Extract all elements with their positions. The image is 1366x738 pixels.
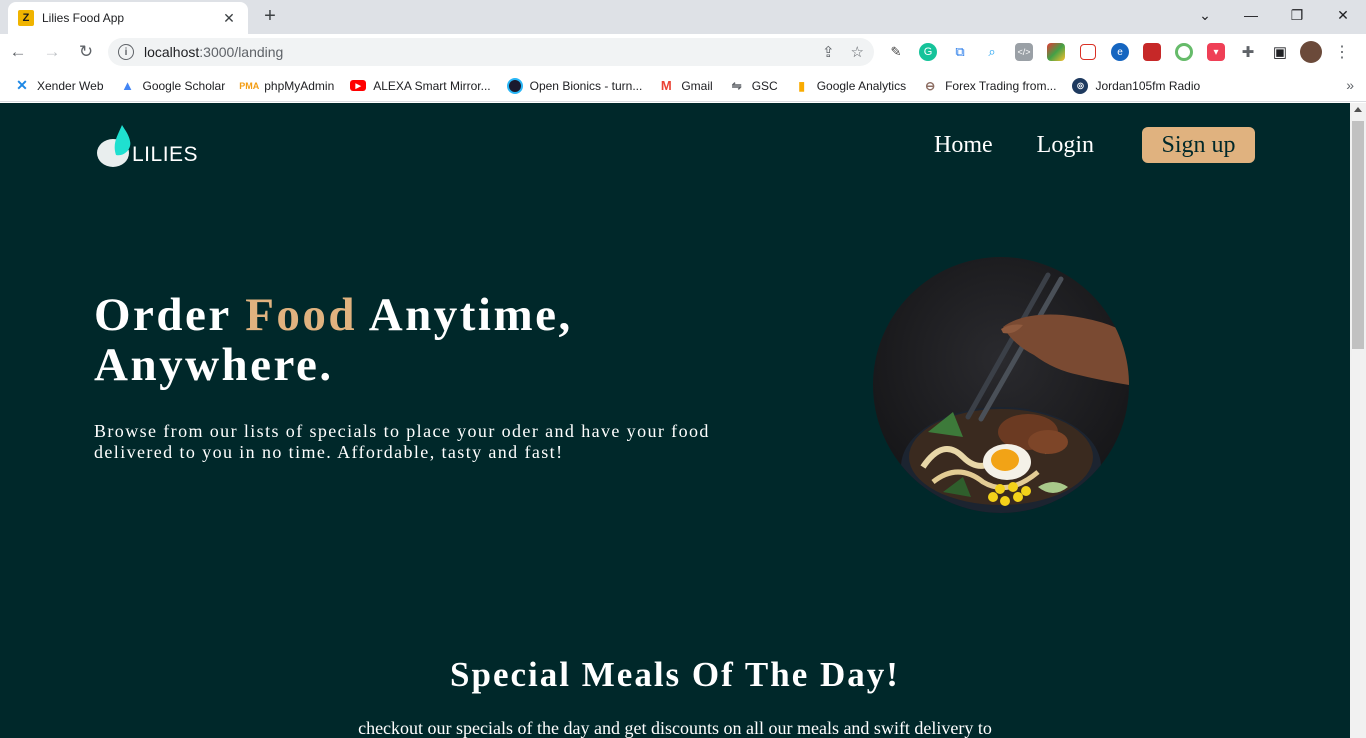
share-icon[interactable]: ⇪ xyxy=(822,43,835,61)
screenshot-icon[interactable]: ⧉ xyxy=(948,40,972,64)
tab-close-icon[interactable]: ✕ xyxy=(220,10,238,27)
nav-login-link[interactable]: Login xyxy=(1037,132,1094,159)
menu-kebab-icon[interactable]: ⋮ xyxy=(1330,40,1354,64)
bookmark-gsc[interactable]: ⇋ GSC xyxy=(729,78,778,94)
back-button[interactable]: ← xyxy=(2,36,34,68)
url-path: :3000/landing xyxy=(199,44,284,60)
url-host: localhost xyxy=(144,44,200,60)
nav-home-link[interactable]: Home xyxy=(934,132,993,159)
close-window-button[interactable]: ✕ xyxy=(1320,0,1366,30)
browser-toolbar: ← → ↻ i localhost:3000/landing ⇪ ☆ ✎ G ⧉… xyxy=(0,34,1366,70)
red-extension-icon[interactable] xyxy=(1143,43,1161,61)
minimize-button[interactable]: — xyxy=(1228,0,1274,30)
browser-tabstrip: Z Lilies Food App ✕ + ⌄ — ❐ ✕ xyxy=(0,0,1366,34)
hero-title-accent: Food xyxy=(245,289,358,341)
restore-button[interactable]: ❐ xyxy=(1274,0,1320,30)
gmail-icon: M xyxy=(660,78,672,93)
extensions-bar: ✎ G ⧉ ⌕ </> e ▾ ✚ ▣ ⋮ xyxy=(884,40,1354,64)
openbionics-icon xyxy=(506,77,523,94)
specials-title: Special Meals Of The Day! xyxy=(450,655,900,694)
pocket-icon[interactable]: ▾ xyxy=(1207,43,1225,61)
bookmark-google-scholar[interactable]: ▲ Google Scholar xyxy=(120,78,226,94)
scrollbar-thumb[interactable] xyxy=(1352,121,1364,349)
reload-button[interactable]: ↻ xyxy=(70,36,102,68)
xender-icon: ✕ xyxy=(16,77,28,93)
bookmark-label: phpMyAdmin xyxy=(264,78,335,93)
hero-title-part1: Order xyxy=(94,289,246,341)
site-logo[interactable]: LILIES xyxy=(96,123,198,169)
bookmark-label: ALEXA Smart Mirror... xyxy=(373,78,491,93)
eyedropper-icon[interactable]: ✎ xyxy=(884,40,908,64)
side-panel-icon[interactable]: ▣ xyxy=(1268,40,1292,64)
hero-title-part2: Anytime, xyxy=(357,289,573,341)
site-info-icon[interactable]: i xyxy=(118,44,134,60)
bookmark-label: GSC xyxy=(751,78,778,93)
hero-title: Order Food Anytime, Anywhere. xyxy=(94,290,573,390)
colorful-extension-icon[interactable] xyxy=(1047,43,1065,61)
bookmark-label: Forex Trading from... xyxy=(945,78,1057,93)
hero-subtitle: Browse from our lists of specials to pla… xyxy=(94,421,710,462)
tab-favicon-icon: Z xyxy=(18,10,34,26)
bookmark-star-icon[interactable]: ☆ xyxy=(851,43,864,61)
new-tab-button[interactable]: + xyxy=(258,5,282,29)
profile-avatar[interactable] xyxy=(1300,41,1322,63)
main-nav: Home Login Sign up xyxy=(890,127,1255,163)
tab-search-icon[interactable]: ⌄ xyxy=(1182,0,1228,30)
notes-extension-icon[interactable] xyxy=(1080,44,1096,60)
green-circle-extension-icon[interactable] xyxy=(1175,43,1193,61)
edge-extension-icon[interactable]: e xyxy=(1111,43,1129,61)
bookmark-forex[interactable]: ⊖ Forex Trading from... xyxy=(922,78,1056,94)
page-viewport: LILIES Home Login Sign up Order Food Any… xyxy=(0,103,1350,738)
bookmark-label: Google Scholar xyxy=(142,78,226,93)
scholar-icon: ▲ xyxy=(121,78,134,93)
hero-title-line2: Anywhere. xyxy=(94,339,334,391)
bookmarks-bar: ✕ Xender Web ▲ Google Scholar PMA phpMyA… xyxy=(0,70,1366,102)
tab-title: Lilies Food App xyxy=(42,11,125,25)
bookmark-label: Xender Web xyxy=(37,78,104,93)
extensions-puzzle-icon[interactable]: ✚ xyxy=(1236,40,1260,64)
bookmark-open-bionics[interactable]: Open Bionics - turn... xyxy=(506,77,643,94)
youtube-icon: ▶ xyxy=(350,80,367,91)
address-bar[interactable]: i localhost:3000/landing ⇪ ☆ xyxy=(108,38,874,66)
hero-food-image xyxy=(873,257,1129,513)
specials-subtitle: checkout our specials of the day and get… xyxy=(358,718,992,738)
analytics-icon: ▮ xyxy=(798,78,805,93)
browser-tab[interactable]: Z Lilies Food App ✕ xyxy=(8,2,248,34)
forward-button[interactable]: → xyxy=(36,36,68,68)
bookmark-alexa[interactable]: ▶ ALEXA Smart Mirror... xyxy=(350,78,491,93)
forex-icon: ⊖ xyxy=(925,78,936,93)
bookmark-label: Jordan105fm Radio xyxy=(1095,78,1201,93)
window-controls: ⌄ — ❐ ✕ xyxy=(1182,0,1366,30)
radio-icon: ◎ xyxy=(1072,77,1089,94)
zoom-extension-icon[interactable]: ⌕ xyxy=(980,40,1004,64)
bookmark-xender[interactable]: ✕ Xender Web xyxy=(14,77,104,94)
code-extension-icon[interactable]: </> xyxy=(1015,43,1033,61)
page-scrollbar[interactable] xyxy=(1350,103,1366,738)
grammarly-icon[interactable]: G xyxy=(919,43,937,61)
gsc-icon: ⇋ xyxy=(731,78,742,93)
bookmark-gmail[interactable]: M Gmail xyxy=(658,78,713,94)
bookmark-label: Open Bionics - turn... xyxy=(529,78,643,93)
bookmarks-overflow-icon[interactable]: » xyxy=(1346,77,1354,93)
logo-text: LILIES xyxy=(132,143,199,166)
signup-button[interactable]: Sign up xyxy=(1142,127,1255,163)
bookmark-jordan-radio[interactable]: ◎ Jordan105fm Radio xyxy=(1072,77,1201,94)
bookmark-google-analytics[interactable]: ▮ Google Analytics xyxy=(794,78,906,94)
phpmyadmin-icon: PMA xyxy=(239,80,260,91)
bookmark-phpmyadmin[interactable]: PMA phpMyAdmin xyxy=(239,78,335,94)
ramen-bowl-image xyxy=(873,257,1129,513)
lily-logo-icon xyxy=(97,125,131,167)
scroll-up-arrow-icon[interactable] xyxy=(1354,107,1362,112)
bookmark-label: Google Analytics xyxy=(816,78,907,93)
bookmark-label: Gmail xyxy=(681,78,713,93)
